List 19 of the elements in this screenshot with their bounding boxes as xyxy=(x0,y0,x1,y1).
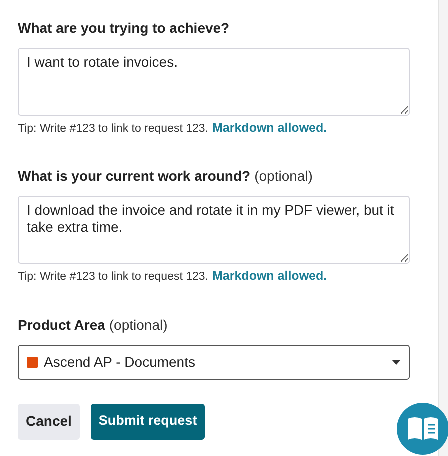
field-label: Product Area xyxy=(18,316,106,334)
product-area-select[interactable]: Ascend AP - Documents xyxy=(18,344,410,380)
scrollbar[interactable] xyxy=(438,0,448,456)
caret-icon xyxy=(392,360,401,364)
markdown-link[interactable]: Markdown allowed. xyxy=(212,267,328,286)
select-value: Ascend AP - Documents xyxy=(44,352,196,372)
tip-text: Tip: Write #123 to link to request 123. xyxy=(18,122,208,137)
tip-text: Tip: Write #123 to link to request 123. xyxy=(18,270,208,286)
markdown-link[interactable]: Markdown allowed. xyxy=(212,119,328,138)
optional-note: (optional) xyxy=(254,167,313,186)
optional-note: (optional) xyxy=(109,316,168,335)
field-label: What is your current work around? xyxy=(18,167,251,186)
text-area[interactable]: I want to rotate invoices. xyxy=(18,48,410,116)
cancel-button[interactable]: Cancel xyxy=(18,404,80,440)
book-icon xyxy=(406,416,440,442)
help-book-button[interactable] xyxy=(397,403,448,455)
text-area[interactable]: I download the invoice and rotate it in my PDF viewer, but it take extra time. xyxy=(18,196,410,264)
field-label: What are you trying to achieve? xyxy=(18,19,230,38)
submit-button[interactable]: Submit request xyxy=(90,404,206,440)
